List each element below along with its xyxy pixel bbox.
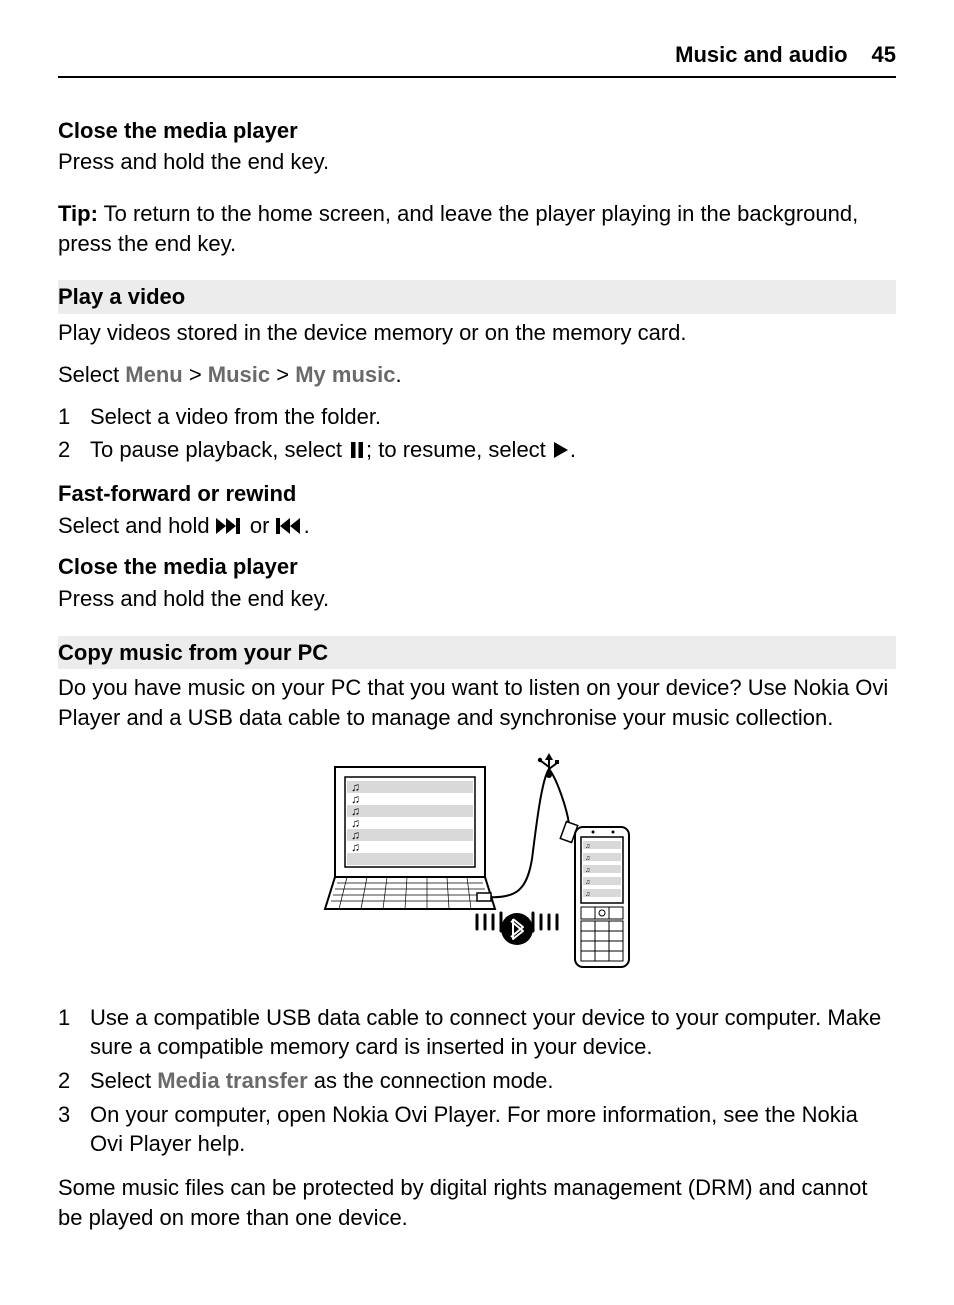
heading-play-video: Play a video bbox=[58, 280, 896, 314]
text-select-menu-path: Select Menu > Music > My music. bbox=[58, 360, 896, 390]
step-text: Use a compatible USB data cable to conne… bbox=[90, 1003, 896, 1062]
media-transfer-label: Media transfer bbox=[157, 1068, 307, 1093]
step-number: 2 bbox=[58, 1066, 90, 1096]
usb-cable-icon bbox=[477, 753, 578, 901]
bluetooth-icon bbox=[477, 913, 557, 945]
page-header: Music and audio 45 bbox=[58, 40, 896, 78]
step2-post: as the connection mode. bbox=[308, 1068, 554, 1093]
heading-close-media-player-2: Close the media player bbox=[58, 552, 896, 582]
text-close-media-2: Press and hold the end key. bbox=[58, 584, 896, 614]
laptop-icon: ♫ ♫ ♫ ♫ ♫ ♫ bbox=[325, 767, 495, 909]
play-video-steps: 1 Select a video from the folder. 2 To p… bbox=[58, 402, 896, 465]
diagram-sync: ♫ ♫ ♫ ♫ ♫ ♫ bbox=[317, 749, 637, 979]
copy-music-steps: 1 Use a compatible USB data cable to con… bbox=[58, 1003, 896, 1159]
text-drm-note: Some music files can be protected by dig… bbox=[58, 1173, 896, 1232]
sep-gt-2: > bbox=[270, 362, 295, 387]
select-label: Select bbox=[58, 362, 125, 387]
sep-gt-1: > bbox=[183, 362, 208, 387]
figure-laptop-phone-usb: ♫ ♫ ♫ ♫ ♫ ♫ bbox=[58, 749, 896, 979]
svg-text:♫: ♫ bbox=[585, 891, 590, 898]
tip-label: Tip: bbox=[58, 201, 98, 226]
step2-post: . bbox=[570, 437, 576, 462]
fast-forward-icon bbox=[216, 513, 244, 538]
step-text: Select a video from the folder. bbox=[90, 402, 896, 432]
menu-path-music: Music bbox=[208, 362, 270, 387]
step-number: 1 bbox=[58, 1003, 90, 1062]
svg-text:♫: ♫ bbox=[585, 879, 590, 886]
heading-close-media-player-1: Close the media player bbox=[58, 116, 896, 146]
play-icon bbox=[552, 437, 570, 462]
text-copy-music-intro: Do you have music on your PC that you wa… bbox=[58, 673, 896, 732]
svg-text:♫: ♫ bbox=[585, 867, 590, 874]
rewind-icon bbox=[276, 513, 304, 538]
step2-pre: Select bbox=[90, 1068, 157, 1093]
ffrw-post: . bbox=[304, 513, 310, 538]
text-play-video-intro: Play videos stored in the device memory … bbox=[58, 318, 896, 348]
header-section-title: Music and audio bbox=[675, 40, 847, 70]
pause-icon bbox=[348, 437, 366, 462]
text-close-media-1: Press and hold the end key. bbox=[58, 147, 896, 177]
heading-ff-rewind: Fast-forward or rewind bbox=[58, 479, 896, 509]
step-number: 3 bbox=[58, 1100, 90, 1159]
svg-text:♫: ♫ bbox=[585, 843, 590, 850]
period: . bbox=[396, 362, 402, 387]
tip-paragraph: Tip: To return to the home screen, and l… bbox=[58, 199, 896, 258]
tip-body: To return to the home screen, and leave … bbox=[58, 201, 858, 256]
menu-path-mymusic: My music bbox=[295, 362, 395, 387]
step-text: Select Media transfer as the connection … bbox=[90, 1066, 896, 1096]
header-page-number: 45 bbox=[872, 40, 896, 70]
step2-mid: ; to resume, select bbox=[366, 437, 552, 462]
ffrw-mid: or bbox=[244, 513, 276, 538]
step-number: 2 bbox=[58, 435, 90, 465]
step-text: On your computer, open Nokia Ovi Player.… bbox=[90, 1100, 896, 1159]
ffrw-pre: Select and hold bbox=[58, 513, 216, 538]
step-number: 1 bbox=[58, 402, 90, 432]
menu-path-menu: Menu bbox=[125, 362, 182, 387]
heading-copy-music: Copy music from your PC bbox=[58, 636, 896, 670]
svg-text:♫: ♫ bbox=[585, 855, 590, 862]
phone-icon: ♫ ♫ ♫ ♫ ♫ bbox=[575, 827, 629, 967]
step2-pre: To pause playback, select bbox=[90, 437, 348, 462]
text-ff-rewind: Select and hold or . bbox=[58, 511, 896, 541]
step-text: To pause playback, select ; to resume, s… bbox=[90, 435, 896, 465]
svg-text:♫: ♫ bbox=[351, 840, 360, 854]
